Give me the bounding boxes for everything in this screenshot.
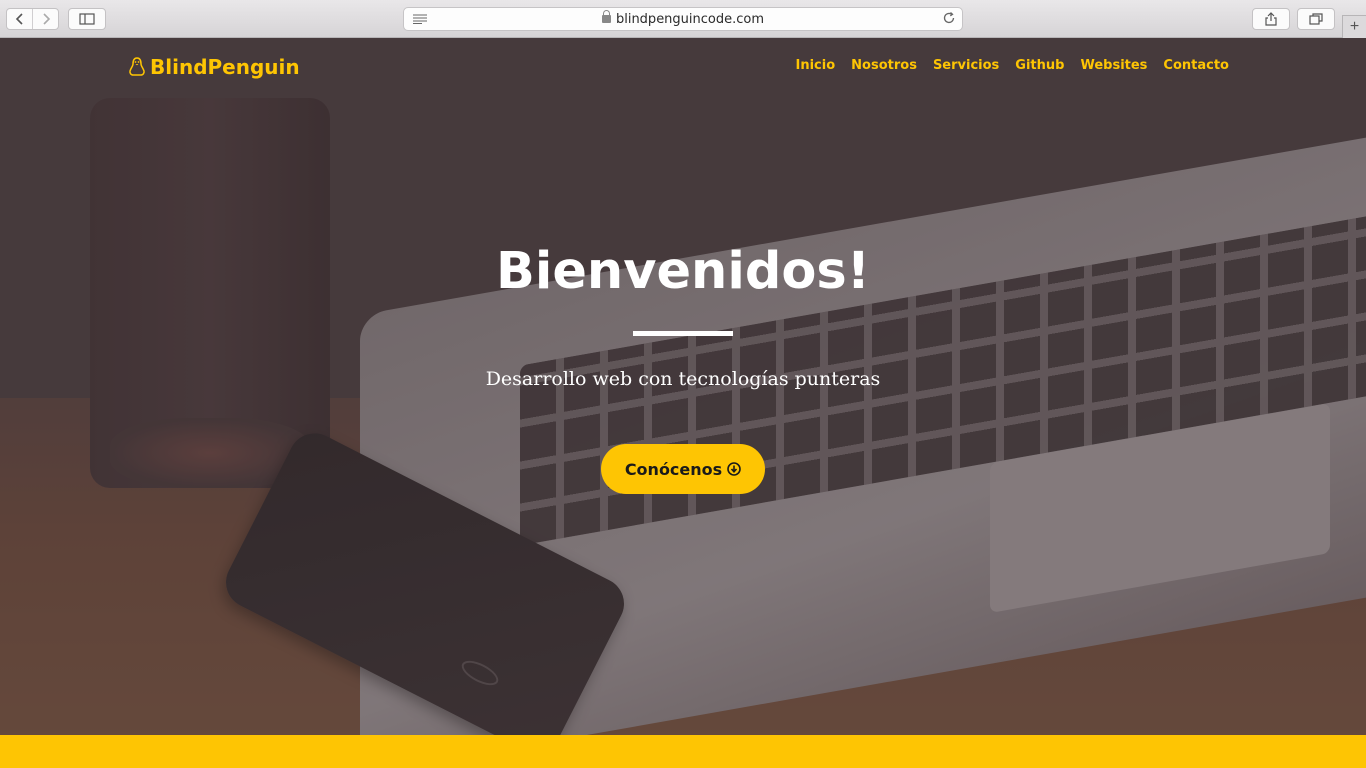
chevron-right-icon <box>42 13 50 25</box>
share-icon <box>1265 12 1277 26</box>
sidebar-icon <box>79 13 95 25</box>
lock-icon <box>601 10 611 23</box>
tabs-overview-button[interactable] <box>1297 8 1335 30</box>
chevron-left-icon <box>15 13 23 25</box>
next-section-band <box>0 735 1366 768</box>
back-button[interactable] <box>7 9 32 29</box>
main-menu: Inicio Nosotros Servicios Github Website… <box>780 58 1230 73</box>
browser-toolbar: blindpenguincode.com + <box>0 0 1366 38</box>
brand-link[interactable]: BlindPenguin <box>128 55 300 79</box>
history-nav <box>6 8 59 30</box>
menu-item-contacto[interactable]: Contacto <box>1163 58 1229 73</box>
menu-item-github[interactable]: Github <box>1015 58 1064 73</box>
share-button[interactable] <box>1252 8 1290 30</box>
tabs-icon <box>1309 13 1323 25</box>
penguin-icon <box>129 57 145 76</box>
hero-subtitle: Desarrollo web con tecnologías punteras <box>485 368 881 390</box>
cta-label: Conócenos <box>624 459 723 479</box>
forward-button[interactable] <box>32 9 58 29</box>
arrow-circle-down-icon <box>727 462 741 476</box>
url-text: blindpenguincode.com <box>615 12 765 27</box>
hero-section: BlindPenguin Inicio Nosotros Servicios G… <box>0 38 1366 735</box>
menu-item-servicios[interactable]: Servicios <box>933 58 999 73</box>
hero-divider <box>633 331 733 336</box>
address-bar[interactable]: blindpenguincode.com <box>403 7 963 31</box>
conocenos-button[interactable]: Conócenos <box>601 444 765 494</box>
menu-item-inicio[interactable]: Inicio <box>796 58 836 73</box>
url-display: blindpenguincode.com <box>404 10 962 27</box>
plus-icon: + <box>1349 18 1360 35</box>
reload-icon[interactable] <box>942 11 956 25</box>
site-navbar: BlindPenguin Inicio Nosotros Servicios G… <box>0 38 1366 94</box>
new-tab-button[interactable]: + <box>1342 15 1366 38</box>
menu-item-nosotros[interactable]: Nosotros <box>851 58 917 73</box>
menu-item-websites[interactable]: Websites <box>1080 58 1147 73</box>
hero-title: Bienvenidos! <box>495 242 871 301</box>
brand-name: BlindPenguin <box>150 55 300 79</box>
sidebar-button[interactable] <box>68 8 106 30</box>
